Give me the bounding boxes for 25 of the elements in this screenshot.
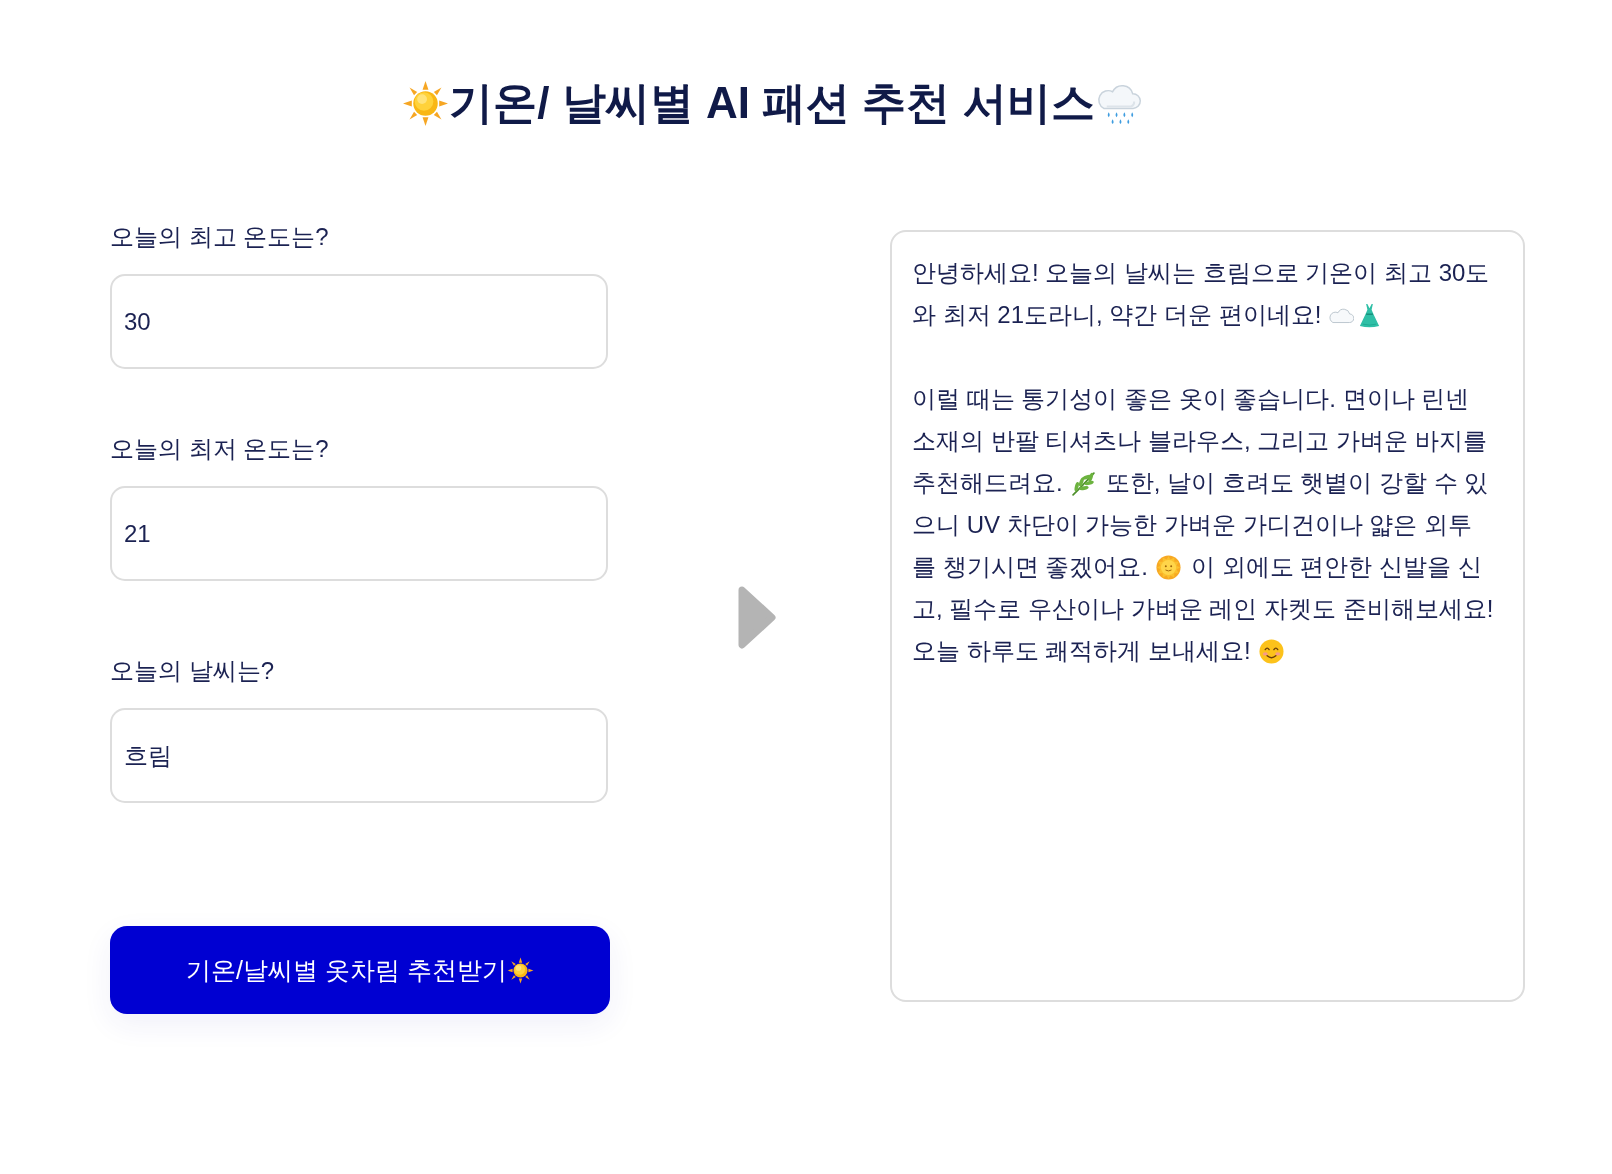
text-input[interactable]: 30 <box>110 274 608 369</box>
response-text: 오늘 하루도 쾌적하게 보내세요! <box>912 636 1251 666</box>
smiling-face-icon <box>1258 638 1284 664</box>
sun-face-icon <box>1156 554 1181 580</box>
response-text: 이럴 때는 통기성이 좋은 옷이 좋습니다. 면이나 린넨 <box>912 384 1470 414</box>
recommend-button[interactable]: 기온/날씨별 옷차림 추천받기 <box>110 926 610 1014</box>
response-text: 또한, 날이 흐려도 햇볕이 강할 수 있 <box>1105 468 1489 498</box>
herb-sprig-icon <box>1070 470 1096 496</box>
response-text: 이 외에도 편안한 신발을 신 <box>1191 552 1482 582</box>
triangle-right-icon <box>738 585 776 649</box>
sun-icon <box>506 956 534 984</box>
response-text: 소재의 반팔 티셔츠나 블라우스, 그리고 가벼운 바지를 <box>912 426 1487 456</box>
text-input[interactable]: 21 <box>110 486 608 581</box>
response-text: 를 챙기시면 좋겠어요. <box>912 552 1148 582</box>
field-label: 오늘의 최저 온도는? <box>110 434 329 464</box>
field-label: 오늘의 날씨는? <box>110 656 274 686</box>
field-label: 오늘의 최고 온도는? <box>110 222 329 252</box>
page-title: 기온/ 날씨별 AI 패션 추천 서비스 <box>449 77 1095 129</box>
text-input[interactable]: 흐림 <box>110 708 608 803</box>
response-text: 와 최저 21도라니, 약간 더운 편이네요! <box>912 300 1322 330</box>
sun-icon <box>402 79 450 127</box>
response-text: 으니 UV 차단이 가능한 가벼운 가디건이나 얇은 외투 <box>912 510 1472 540</box>
response-text: 안녕하세요! 오늘의 날씨는 흐림으로 기온이 최고 30도 <box>912 258 1490 288</box>
response-text: 고, 필수로 우산이나 가벼운 레인 자켓도 준비해보세요! <box>912 594 1494 624</box>
response-text: 추천해드려요. <box>912 468 1063 498</box>
